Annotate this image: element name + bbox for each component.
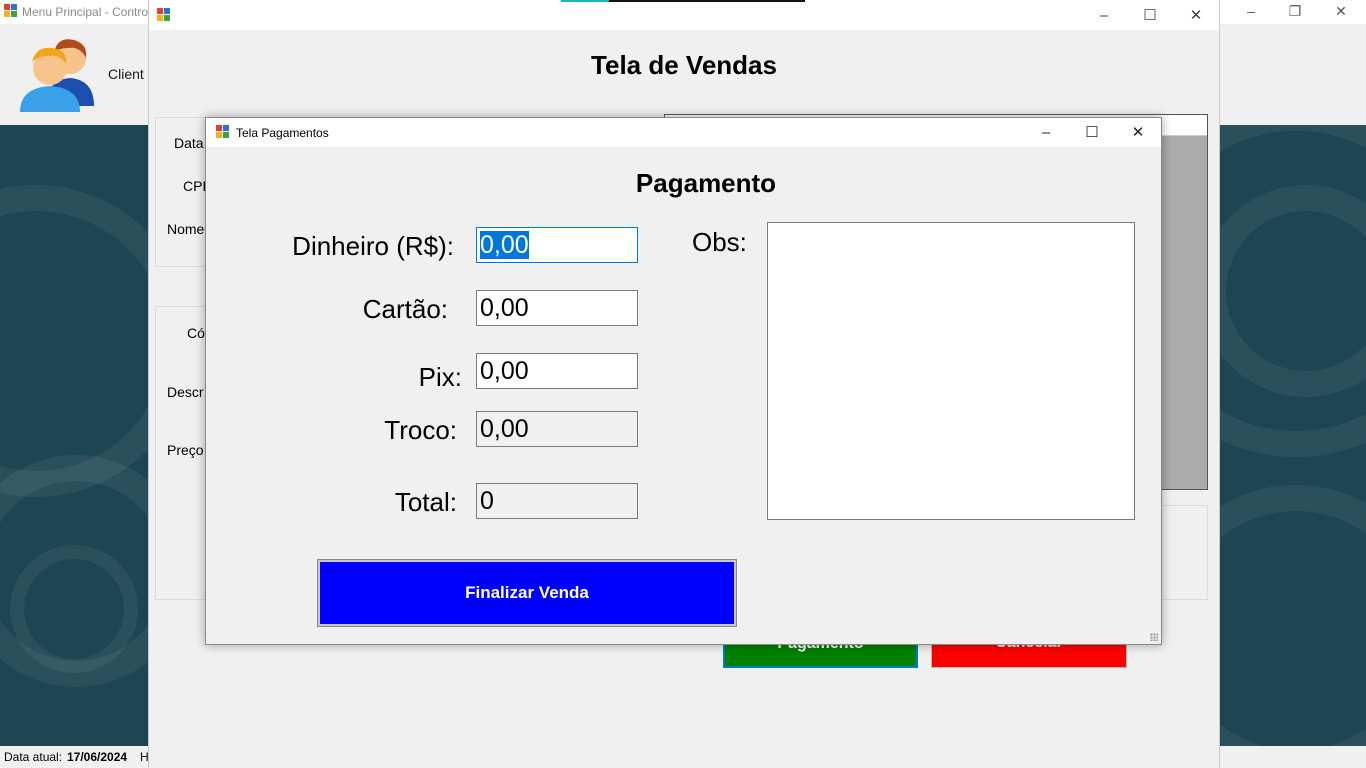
vendas-titlebar: – ☐ ✕ xyxy=(149,0,1219,30)
resize-grip-icon[interactable] xyxy=(1150,633,1158,641)
dialog-title: Tela Pagamentos xyxy=(236,126,329,140)
clientes-label[interactable]: Client xyxy=(108,66,144,82)
minimize-icon[interactable]: – xyxy=(1023,118,1069,147)
close-icon[interactable]: ✕ xyxy=(1318,0,1364,24)
minimize-icon[interactable]: – xyxy=(1228,0,1274,24)
totais-group xyxy=(1161,505,1208,600)
descricao-label: Descr xyxy=(167,384,204,400)
finalizar-venda-button[interactable]: Finalizar Venda xyxy=(317,559,737,627)
pagamento-heading: Pagamento xyxy=(635,168,777,198)
date-value: 17/06/2024 xyxy=(67,750,128,764)
cartao-input[interactable]: 0,00 xyxy=(476,290,638,326)
obs-textarea[interactable] xyxy=(767,222,1135,520)
page-title: Tela de Vendas xyxy=(591,50,777,80)
codigo-label: Có xyxy=(187,325,205,341)
restore-icon[interactable]: ❐ xyxy=(1272,0,1318,24)
pagamentos-dialog: Tela Pagamentos – ☐ ✕ Pagamento Dinheiro… xyxy=(205,117,1162,645)
dinheiro-input[interactable]: 0,00 xyxy=(476,227,638,263)
app-icon xyxy=(4,4,17,17)
pagamentos-titlebar: Tela Pagamentos – ☐ ✕ xyxy=(206,118,1161,147)
app-icon xyxy=(157,8,170,21)
pix-input[interactable]: 0,00 xyxy=(476,353,638,389)
close-icon[interactable]: ✕ xyxy=(1173,2,1219,30)
dinheiro-label: Dinheiro (R$): xyxy=(292,231,454,261)
close-icon[interactable]: ✕ xyxy=(1115,118,1161,147)
pix-label: Pix: xyxy=(418,362,462,392)
troco-label: Troco: xyxy=(384,415,457,445)
minimize-icon[interactable]: – xyxy=(1081,2,1127,30)
obs-label: Obs: xyxy=(692,227,747,257)
app-icon xyxy=(216,125,229,138)
data-label: Data xyxy=(174,135,204,151)
maximize-icon[interactable]: ☐ xyxy=(1069,118,1115,147)
users-icon[interactable] xyxy=(18,36,98,112)
main-window-title: Menu Principal - Contro xyxy=(22,5,149,19)
date-label: Data atual: xyxy=(4,750,63,764)
cartao-label: Cartão: xyxy=(362,294,448,324)
total-input: 0 xyxy=(476,483,638,519)
maximize-icon[interactable]: ☐ xyxy=(1127,2,1173,30)
troco-input: 0,00 xyxy=(476,411,638,447)
total-label: Total: xyxy=(394,487,457,517)
